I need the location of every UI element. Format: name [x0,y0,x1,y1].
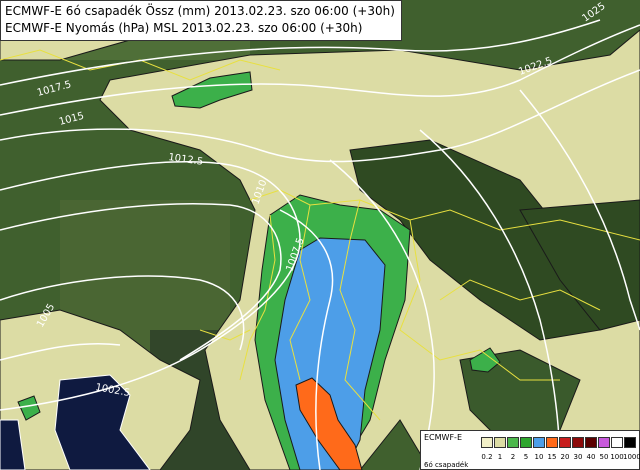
legend-tick-label: 15 [547,453,557,461]
legend-subtitle: 6ó csapadék [424,461,469,469]
legend-tick-label: 0.2 [481,453,493,461]
legend-tick-label: 50 [599,453,609,461]
legend-swatch [507,437,519,448]
legend-tick-label: 2 [510,453,516,461]
legend-swatch [520,437,532,448]
legend-tick-label: 40 [586,453,596,461]
legend-tick-label: 30 [573,453,583,461]
title-precip: ECMWF-E 6ó csapadék Össz (mm) 2013.02.23… [5,4,395,18]
map-title-box: ECMWF-E 6ó csapadék Össz (mm) 2013.02.23… [0,0,402,41]
legend-tick-label: 1 [497,453,503,461]
legend-swatch [585,437,597,448]
legend-swatch [533,437,545,448]
legend-tick-label: 100 [610,453,624,461]
legend-title: ECMWF-E [424,433,462,442]
legend-swatch [624,437,636,448]
legend-swatch [559,437,571,448]
legend-tick-label: 10 [534,453,544,461]
precip-legend: ECMWF-E 6ó csapadék 0.2 1 2 5 10 15 20 30 40 50 10… [420,430,640,470]
legend-swatch [481,437,493,448]
legend-swatch [611,437,623,448]
title-pressure: ECMWF-E Nyomás (hPa) MSL 2013.02.23. szo… [5,21,363,35]
legend-swatch [494,437,506,448]
map-canvas: 1025 1022.5 1017.5 1015 1012.5 1010 1007… [0,0,640,470]
legend-tick-label: 5 [523,453,529,461]
legend-tick-label: 20 [560,453,570,461]
weather-map: 1025 1022.5 1017.5 1015 1012.5 1010 1007… [0,0,640,470]
legend-swatch [572,437,584,448]
legend-swatch [546,437,558,448]
legend-swatch [598,437,610,448]
legend-tick-label: 1000 [623,453,640,461]
